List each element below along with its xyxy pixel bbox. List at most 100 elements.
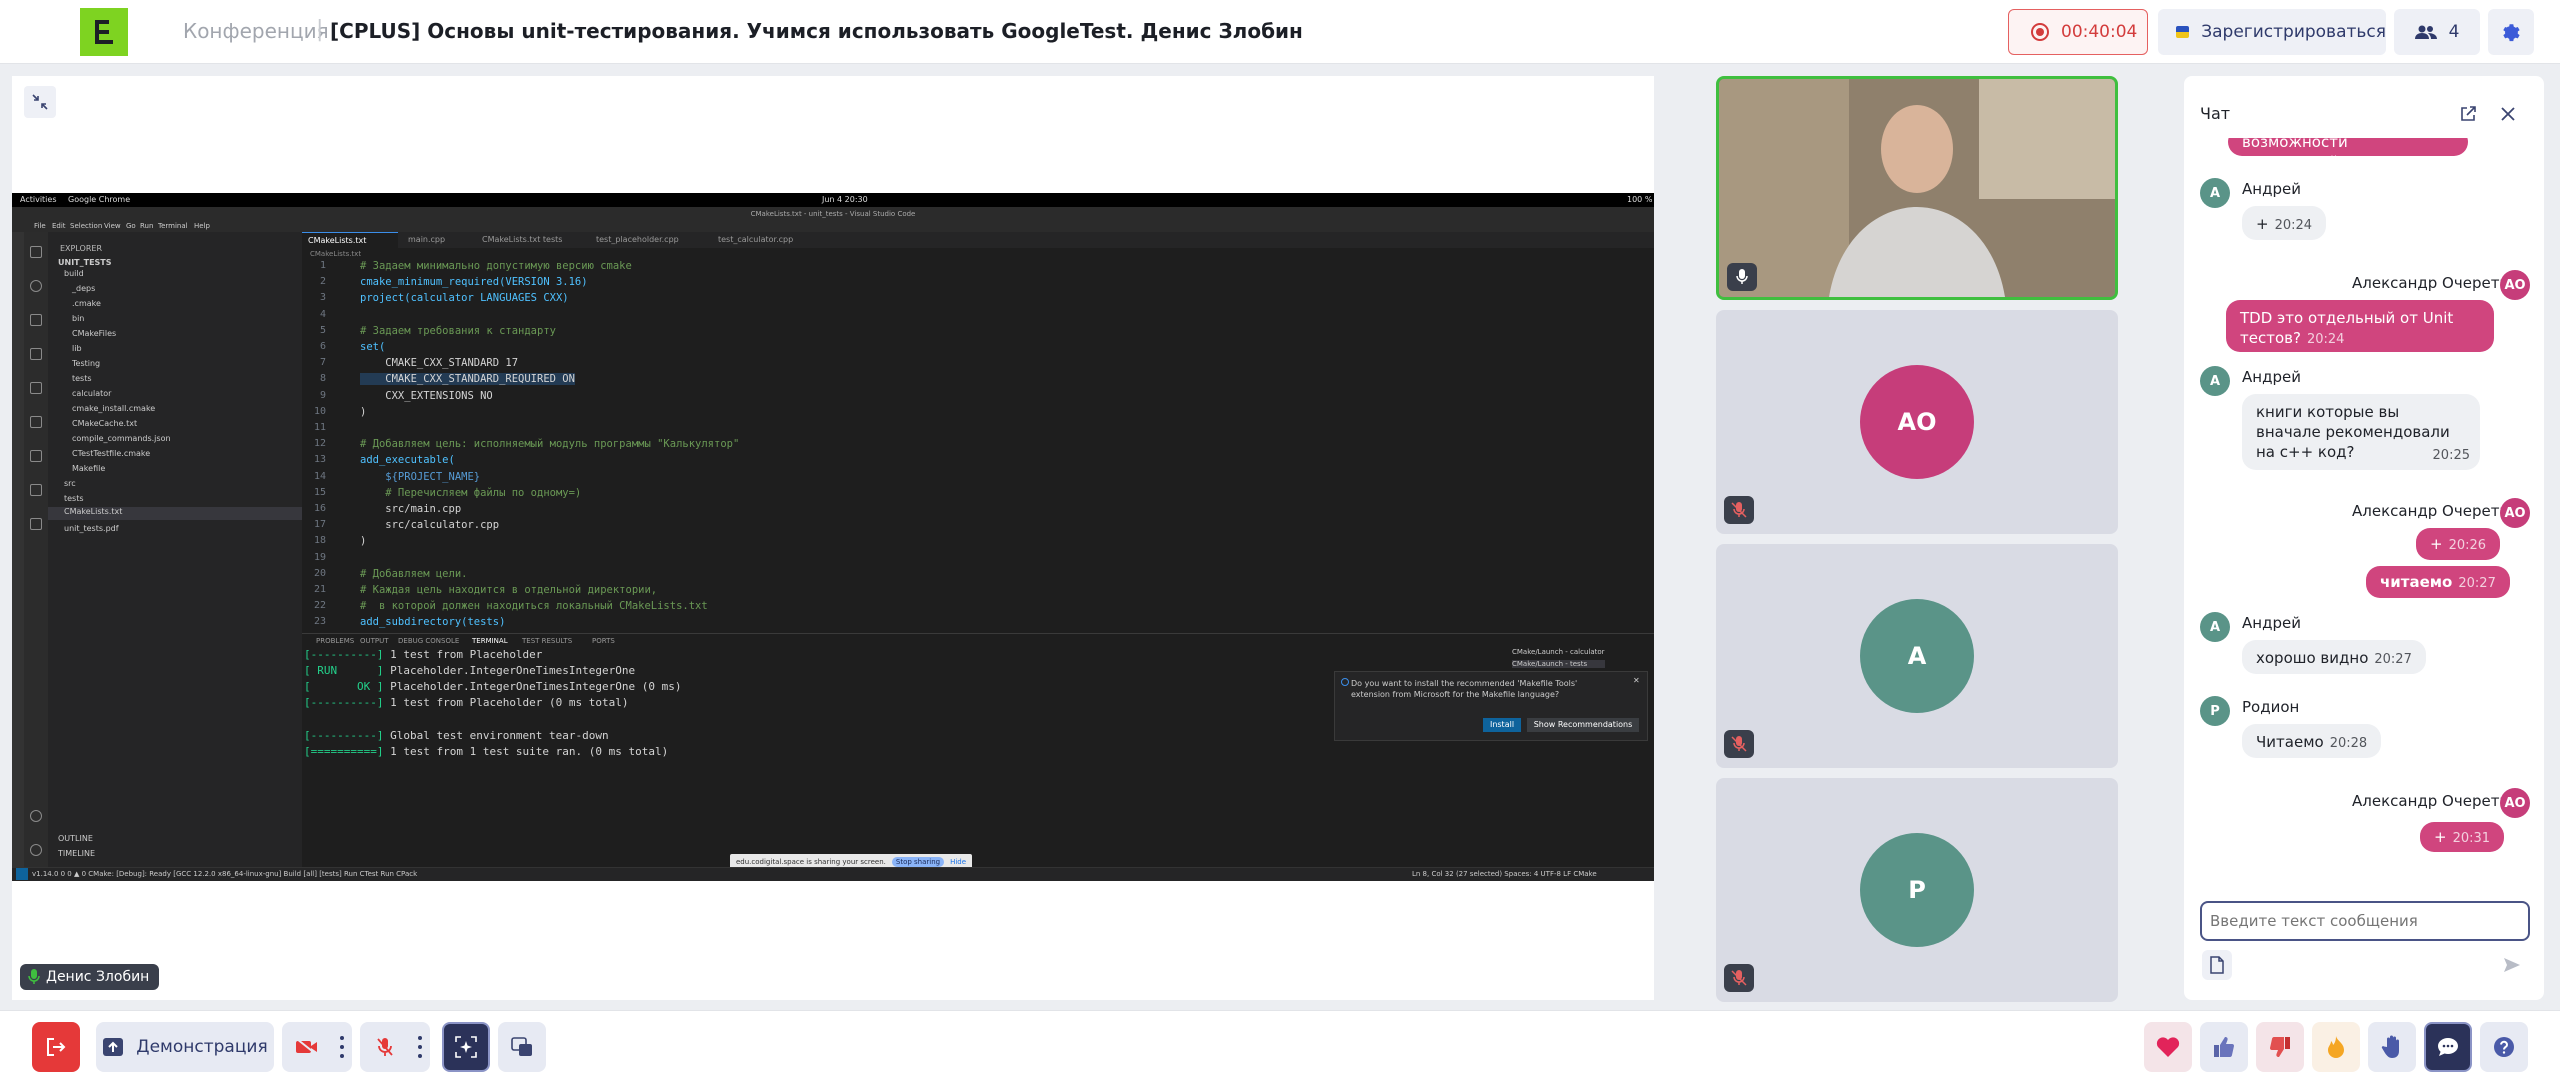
tree-item[interactable]: .cmake bbox=[72, 299, 101, 308]
leave-button[interactable] bbox=[32, 1022, 80, 1072]
participant-tile[interactable]: АО bbox=[1716, 310, 2118, 534]
chat-message-input[interactable] bbox=[2200, 901, 2530, 941]
code-line: # Задаем требования к стандарту bbox=[360, 324, 556, 337]
testing-icon[interactable] bbox=[30, 450, 42, 462]
show-recommendations-button[interactable]: Show Recommendations bbox=[1527, 718, 1639, 732]
reaction-heart-button[interactable] bbox=[2144, 1022, 2192, 1072]
tab-cmakelists[interactable]: CMakeLists.txt bbox=[302, 232, 398, 248]
menu-file[interactable]: File bbox=[34, 222, 46, 230]
bookmark-icon[interactable] bbox=[30, 518, 42, 530]
status-left[interactable]: v1.14.0 0 0 ▲ 0 CMake: [Debug]: Ready [G… bbox=[32, 870, 417, 878]
open-external-icon[interactable] bbox=[2458, 104, 2478, 124]
remote-icon[interactable] bbox=[30, 416, 42, 428]
tree-item[interactable]: build bbox=[64, 269, 84, 278]
tree-item[interactable]: cmake_install.cmake bbox=[72, 404, 155, 413]
account-icon[interactable] bbox=[30, 810, 42, 822]
camera-control[interactable] bbox=[282, 1022, 352, 1072]
terminal-tab-active[interactable]: CMake/Launch - tests bbox=[1512, 660, 1605, 668]
participant-tile[interactable]: Р bbox=[1716, 778, 2118, 1002]
picture-in-picture-button[interactable] bbox=[498, 1022, 546, 1072]
mic-options-icon[interactable] bbox=[418, 1036, 422, 1058]
panel-tab-debug[interactable]: DEBUG CONSOLE bbox=[398, 637, 459, 645]
attach-file-button[interactable] bbox=[2202, 950, 2232, 980]
menu-terminal[interactable]: Terminal bbox=[158, 222, 188, 230]
tree-item[interactable]: _deps bbox=[72, 284, 95, 293]
screen-share-button[interactable]: Демонстрация bbox=[96, 1022, 274, 1072]
reaction-fire-button[interactable] bbox=[2312, 1022, 2360, 1072]
tab-test-placeholder[interactable]: test_placeholder.cpp bbox=[590, 232, 708, 248]
focus-mode-button[interactable] bbox=[442, 1022, 490, 1072]
close-icon[interactable]: ✕ bbox=[1633, 676, 1640, 685]
search-icon[interactable] bbox=[30, 280, 42, 292]
menu-selection[interactable]: Selection bbox=[70, 222, 102, 230]
reaction-dislike-button[interactable] bbox=[2256, 1022, 2304, 1072]
tree-item[interactable]: tests bbox=[72, 374, 92, 383]
panel-tab-terminal[interactable]: TERMINAL bbox=[472, 637, 508, 645]
menu-help[interactable]: Help bbox=[194, 222, 210, 230]
tree-item[interactable]: CMakeFiles bbox=[72, 329, 116, 338]
status-right[interactable]: Ln 8, Col 32 (27 selected) Spaces: 4 UTF… bbox=[1412, 870, 1597, 878]
tree-item[interactable]: Makefile bbox=[72, 464, 105, 473]
menu-edit[interactable]: Edit bbox=[52, 222, 66, 230]
avatar: А bbox=[2200, 612, 2230, 642]
participant-tile-live[interactable] bbox=[1716, 76, 2118, 300]
chat-toggle-button[interactable] bbox=[2424, 1022, 2472, 1072]
raise-hand-button[interactable] bbox=[2368, 1022, 2416, 1072]
tree-item[interactable]: unit_tests.pdf bbox=[64, 524, 119, 533]
menu-view[interactable]: View bbox=[104, 222, 121, 230]
explorer-root[interactable]: UNIT_TESTS bbox=[58, 258, 112, 267]
collapse-button[interactable] bbox=[24, 86, 56, 118]
battery-label: 100 % bbox=[1627, 195, 1653, 204]
breadcrumb-section[interactable]: Конференция bbox=[183, 19, 329, 43]
tree-item[interactable]: tests bbox=[64, 494, 84, 503]
avatar: АО bbox=[2500, 498, 2530, 528]
app-logo[interactable] bbox=[80, 8, 128, 56]
register-button[interactable]: Зарегистрироваться bbox=[2158, 9, 2386, 55]
terminal-tab[interactable]: CMake/Launch - calculator bbox=[1512, 648, 1605, 656]
microphone-control[interactable] bbox=[360, 1022, 430, 1072]
settings-button[interactable] bbox=[2488, 9, 2534, 55]
source-control-icon[interactable] bbox=[30, 314, 42, 326]
panel-tab-output[interactable]: OUTPUT bbox=[360, 637, 389, 645]
message-time: 20:24 bbox=[2306, 332, 2345, 347]
panel-tab-ports[interactable]: PORTS bbox=[592, 637, 615, 645]
shared-screen[interactable]: Activities Google Chrome Jun 4 20:30 100… bbox=[12, 193, 1654, 881]
remote-indicator[interactable] bbox=[16, 868, 28, 880]
tab-cmakelists-tests[interactable]: CMakeLists.txt tests bbox=[476, 232, 586, 248]
close-icon[interactable] bbox=[2498, 104, 2518, 124]
code-editor[interactable]: 1 # Задаем минимально допустимую версию c… bbox=[302, 260, 1654, 644]
tree-item[interactable]: bin bbox=[72, 314, 84, 323]
menu-go[interactable]: Go bbox=[126, 222, 136, 230]
tree-item[interactable]: CMakeCache.txt bbox=[72, 419, 137, 428]
tree-item[interactable]: Testing bbox=[72, 359, 100, 368]
timeline-section[interactable]: TIMELINE bbox=[58, 849, 95, 858]
send-button[interactable] bbox=[2494, 950, 2530, 980]
camera-options-icon[interactable] bbox=[340, 1036, 344, 1058]
cmake-icon[interactable] bbox=[30, 484, 42, 496]
panel-tab-problems[interactable]: PROBLEMS bbox=[316, 637, 354, 645]
menu-run[interactable]: Run bbox=[140, 222, 153, 230]
tree-item-selected[interactable]: CMakeLists.txt bbox=[48, 507, 302, 520]
run-debug-icon[interactable] bbox=[30, 348, 42, 360]
tab-main-cpp[interactable]: main.cpp bbox=[402, 232, 472, 248]
reaction-like-button[interactable] bbox=[2200, 1022, 2248, 1072]
panel-tab-test-results[interactable]: TEST RESULTS bbox=[522, 637, 572, 645]
stop-sharing-button[interactable]: Stop sharing bbox=[891, 857, 945, 867]
outline-section[interactable]: OUTLINE bbox=[58, 834, 93, 843]
install-button[interactable]: Install bbox=[1483, 718, 1521, 732]
help-button[interactable] bbox=[2480, 1022, 2528, 1072]
tree-item[interactable]: calculator bbox=[72, 389, 111, 398]
tree-item[interactable]: lib bbox=[72, 344, 82, 353]
tab-test-calculator[interactable]: test_calculator.cpp bbox=[712, 232, 822, 248]
tree-item[interactable]: src bbox=[64, 479, 76, 488]
hide-button[interactable]: Hide bbox=[950, 858, 966, 866]
tree-item[interactable]: CTestTestfile.cmake bbox=[72, 449, 150, 458]
participant-tile[interactable]: А bbox=[1716, 544, 2118, 768]
extensions-icon[interactable] bbox=[30, 382, 42, 394]
files-icon[interactable] bbox=[30, 246, 42, 258]
recording-indicator[interactable]: 00:40:04 bbox=[2008, 9, 2148, 55]
editor-breadcrumb[interactable]: CMakeLists.txt bbox=[310, 250, 361, 258]
tree-item[interactable]: compile_commands.json bbox=[72, 434, 171, 443]
participants-button[interactable]: 4 bbox=[2394, 9, 2480, 55]
manage-gear-icon[interactable] bbox=[30, 844, 42, 856]
